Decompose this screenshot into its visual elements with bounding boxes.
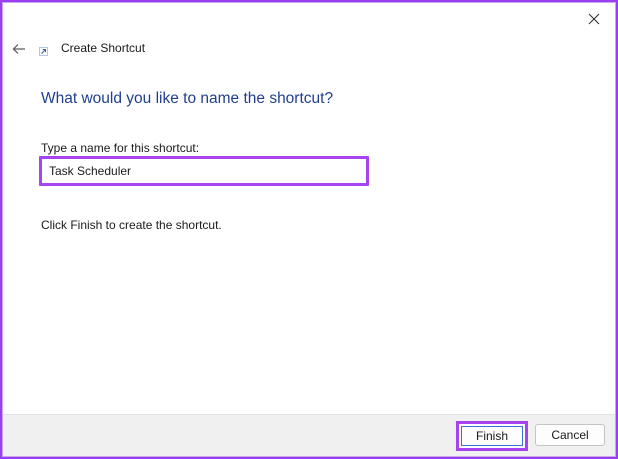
finish-button[interactable]: Finish: [461, 426, 523, 446]
shortcut-name-highlight: [39, 156, 369, 186]
finish-hint: Click Finish to create the shortcut.: [41, 218, 222, 232]
finish-button-highlight: Finish: [456, 421, 528, 451]
shortcut-name-input[interactable]: [44, 161, 364, 181]
shortcut-icon: [39, 47, 48, 56]
cancel-button[interactable]: Cancel: [535, 424, 605, 446]
back-arrow-icon: [12, 44, 25, 54]
window-title: Create Shortcut: [61, 41, 146, 55]
dialog-footer: Finish Cancel: [3, 414, 615, 456]
close-button[interactable]: [581, 7, 607, 31]
create-shortcut-dialog: Create Shortcut What would you like to n…: [2, 2, 616, 457]
close-icon: [588, 13, 600, 25]
back-button[interactable]: [9, 39, 29, 59]
page-heading: What would you like to name the shortcut…: [41, 90, 334, 107]
shortcut-name-label: Type a name for this shortcut:: [41, 141, 200, 155]
